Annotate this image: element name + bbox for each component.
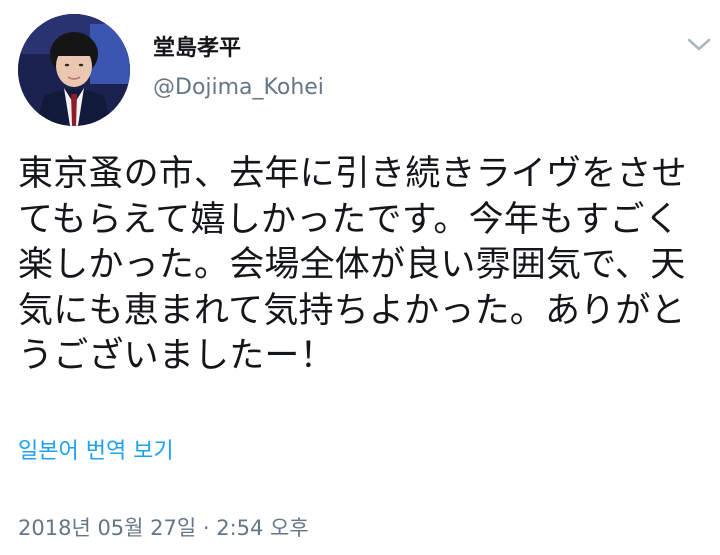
chevron-down-icon[interactable] xyxy=(684,32,714,56)
author-display-name[interactable]: 堂島孝平 xyxy=(153,36,241,62)
avatar-photo xyxy=(18,14,130,126)
translate-tweet-link[interactable]: 일본어 번역 보기 xyxy=(18,438,174,466)
tweet-timestamp[interactable]: 2018년 05월 27일 · 2:54 오후 xyxy=(18,514,309,542)
tweet-text: 東京蚤の市、去年に引き続きライヴをさせ てもらえて嬉しかったです。今年もすごく … xyxy=(18,154,687,376)
author-handle[interactable]: @Dojima_Kohei xyxy=(153,75,324,101)
avatar[interactable] xyxy=(18,14,130,126)
